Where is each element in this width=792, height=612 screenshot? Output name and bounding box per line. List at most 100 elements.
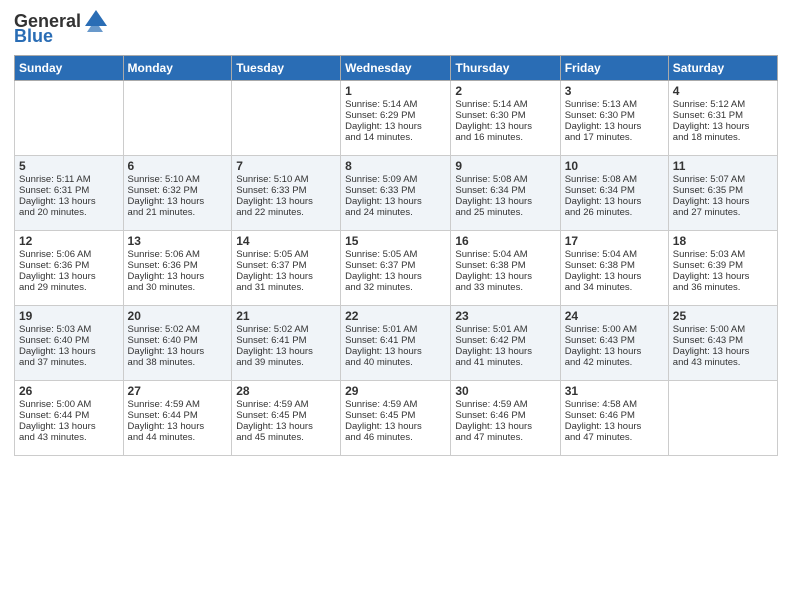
day-info: Daylight: 13 hours xyxy=(565,271,664,282)
day-number: 28 xyxy=(236,384,336,398)
calendar-cell: 28Sunrise: 4:59 AMSunset: 6:45 PMDayligh… xyxy=(232,381,341,456)
day-info: Sunset: 6:44 PM xyxy=(19,410,119,421)
calendar-cell: 30Sunrise: 4:59 AMSunset: 6:46 PMDayligh… xyxy=(451,381,560,456)
day-header-saturday: Saturday xyxy=(668,56,777,81)
calendar-cell: 5Sunrise: 5:11 AMSunset: 6:31 PMDaylight… xyxy=(15,156,124,231)
day-info: and 47 minutes. xyxy=(565,432,664,443)
day-number: 14 xyxy=(236,234,336,248)
day-info: Sunset: 6:38 PM xyxy=(455,260,555,271)
day-info: Sunrise: 5:00 AM xyxy=(673,324,773,335)
day-info: Sunset: 6:41 PM xyxy=(236,335,336,346)
day-info: Sunrise: 4:59 AM xyxy=(128,399,228,410)
day-info: Daylight: 13 hours xyxy=(673,271,773,282)
calendar-cell: 13Sunrise: 5:06 AMSunset: 6:36 PMDayligh… xyxy=(123,231,232,306)
day-number: 7 xyxy=(236,159,336,173)
day-info: Sunrise: 5:06 AM xyxy=(19,249,119,260)
calendar-cell: 8Sunrise: 5:09 AMSunset: 6:33 PMDaylight… xyxy=(341,156,451,231)
day-info: Sunrise: 5:02 AM xyxy=(128,324,228,335)
calendar-cell: 10Sunrise: 5:08 AMSunset: 6:34 PMDayligh… xyxy=(560,156,668,231)
day-header-wednesday: Wednesday xyxy=(341,56,451,81)
day-info: Daylight: 13 hours xyxy=(565,121,664,132)
day-number: 10 xyxy=(565,159,664,173)
day-number: 23 xyxy=(455,309,555,323)
day-info: and 36 minutes. xyxy=(673,282,773,293)
day-info: Sunrise: 5:03 AM xyxy=(19,324,119,335)
calendar-cell: 12Sunrise: 5:06 AMSunset: 6:36 PMDayligh… xyxy=(15,231,124,306)
day-info: and 29 minutes. xyxy=(19,282,119,293)
day-info: Sunset: 6:45 PM xyxy=(236,410,336,421)
day-info: and 38 minutes. xyxy=(128,357,228,368)
calendar-cell xyxy=(123,81,232,156)
day-info: Sunrise: 5:02 AM xyxy=(236,324,336,335)
day-info: Daylight: 13 hours xyxy=(19,196,119,207)
calendar-cell: 25Sunrise: 5:00 AMSunset: 6:43 PMDayligh… xyxy=(668,306,777,381)
day-info: Sunrise: 5:10 AM xyxy=(236,174,336,185)
calendar-cell xyxy=(15,81,124,156)
calendar-cell: 9Sunrise: 5:08 AMSunset: 6:34 PMDaylight… xyxy=(451,156,560,231)
day-info: and 39 minutes. xyxy=(236,357,336,368)
day-header-friday: Friday xyxy=(560,56,668,81)
day-info: Sunrise: 4:58 AM xyxy=(565,399,664,410)
day-info: Sunrise: 5:01 AM xyxy=(455,324,555,335)
calendar-cell xyxy=(668,381,777,456)
day-info: Sunrise: 5:11 AM xyxy=(19,174,119,185)
day-info: Sunset: 6:41 PM xyxy=(345,335,446,346)
day-info: Sunset: 6:40 PM xyxy=(128,335,228,346)
day-number: 12 xyxy=(19,234,119,248)
day-number: 8 xyxy=(345,159,446,173)
day-number: 1 xyxy=(345,84,446,98)
calendar-header-row: SundayMondayTuesdayWednesdayThursdayFrid… xyxy=(15,56,778,81)
calendar-cell: 6Sunrise: 5:10 AMSunset: 6:32 PMDaylight… xyxy=(123,156,232,231)
day-info: and 42 minutes. xyxy=(565,357,664,368)
day-info: Daylight: 13 hours xyxy=(455,346,555,357)
day-info: Sunrise: 5:05 AM xyxy=(345,249,446,260)
day-info: and 20 minutes. xyxy=(19,207,119,218)
day-info: Sunrise: 5:14 AM xyxy=(455,99,555,110)
day-info: Daylight: 13 hours xyxy=(673,196,773,207)
calendar-cell: 11Sunrise: 5:07 AMSunset: 6:35 PMDayligh… xyxy=(668,156,777,231)
day-info: Sunset: 6:32 PM xyxy=(128,185,228,196)
day-number: 26 xyxy=(19,384,119,398)
day-info: and 21 minutes. xyxy=(128,207,228,218)
day-number: 11 xyxy=(673,159,773,173)
day-number: 15 xyxy=(345,234,446,248)
day-info: Daylight: 13 hours xyxy=(19,421,119,432)
day-info: Sunset: 6:45 PM xyxy=(345,410,446,421)
day-number: 31 xyxy=(565,384,664,398)
calendar-cell: 31Sunrise: 4:58 AMSunset: 6:46 PMDayligh… xyxy=(560,381,668,456)
day-info: Sunrise: 5:07 AM xyxy=(673,174,773,185)
day-header-sunday: Sunday xyxy=(15,56,124,81)
week-row-1: 1Sunrise: 5:14 AMSunset: 6:29 PMDaylight… xyxy=(15,81,778,156)
calendar-cell: 4Sunrise: 5:12 AMSunset: 6:31 PMDaylight… xyxy=(668,81,777,156)
day-info: Sunrise: 5:01 AM xyxy=(345,324,446,335)
day-info: Sunrise: 5:08 AM xyxy=(455,174,555,185)
day-number: 29 xyxy=(345,384,446,398)
day-info: Daylight: 13 hours xyxy=(455,421,555,432)
day-info: and 27 minutes. xyxy=(673,207,773,218)
day-info: Daylight: 13 hours xyxy=(19,346,119,357)
day-info: Daylight: 13 hours xyxy=(565,346,664,357)
calendar-cell xyxy=(232,81,341,156)
day-info: Sunset: 6:37 PM xyxy=(236,260,336,271)
day-info: and 17 minutes. xyxy=(565,132,664,143)
logo-icon xyxy=(83,6,109,32)
day-info: Sunset: 6:46 PM xyxy=(565,410,664,421)
day-info: Sunrise: 5:05 AM xyxy=(236,249,336,260)
day-info: Daylight: 13 hours xyxy=(128,271,228,282)
day-info: and 31 minutes. xyxy=(236,282,336,293)
calendar-cell: 24Sunrise: 5:00 AMSunset: 6:43 PMDayligh… xyxy=(560,306,668,381)
day-number: 21 xyxy=(236,309,336,323)
day-info: and 24 minutes. xyxy=(345,207,446,218)
day-info: and 30 minutes. xyxy=(128,282,228,293)
header: General Blue xyxy=(14,10,778,47)
calendar-cell: 3Sunrise: 5:13 AMSunset: 6:30 PMDaylight… xyxy=(560,81,668,156)
day-info: Daylight: 13 hours xyxy=(345,121,446,132)
day-info: Sunset: 6:31 PM xyxy=(19,185,119,196)
day-info: Daylight: 13 hours xyxy=(455,271,555,282)
day-info: Sunrise: 5:04 AM xyxy=(565,249,664,260)
day-info: Daylight: 13 hours xyxy=(128,196,228,207)
day-info: Sunset: 6:43 PM xyxy=(673,335,773,346)
page: General Blue SundayMondayTuesdayWednesda… xyxy=(0,0,792,612)
day-info: and 43 minutes. xyxy=(673,357,773,368)
calendar-cell: 22Sunrise: 5:01 AMSunset: 6:41 PMDayligh… xyxy=(341,306,451,381)
